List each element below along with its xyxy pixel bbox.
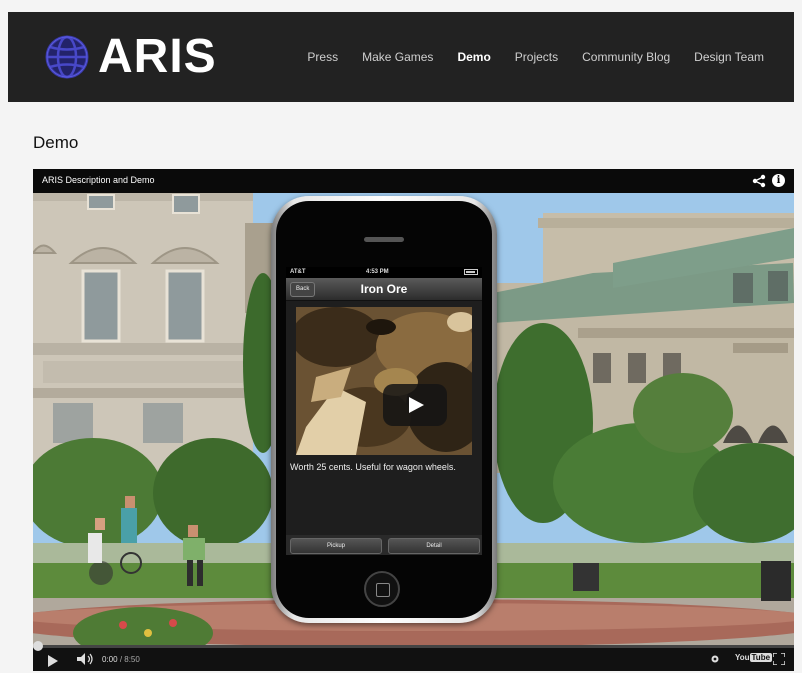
progress-bar[interactable] [33, 641, 794, 651]
video-controls: 0:00 / 8:50 You Tube [33, 641, 794, 671]
nav-make-games[interactable]: Make Games [362, 50, 433, 64]
youtube-logo[interactable]: You Tube [735, 653, 773, 662]
nav-press[interactable]: Press [307, 50, 338, 64]
phone-speaker [364, 237, 404, 242]
volume-icon[interactable] [77, 653, 95, 665]
play-overlay-button[interactable] [383, 384, 447, 426]
main-nav: Press Make Games Demo Projects Community… [283, 12, 764, 102]
item-media [296, 307, 472, 455]
nav-projects[interactable]: Projects [515, 50, 558, 64]
video-title-bar: ARIS Description and Demo i [33, 169, 794, 193]
phone-toolbar: Pickup Detail [286, 535, 482, 555]
logo-text: ARIS [98, 30, 217, 83]
site-header: ARIS Press Make Games Demo Projects Comm… [8, 12, 794, 102]
site-logo[interactable]: ARIS [44, 28, 217, 86]
phone-nav-bar: Iron Ore Back [286, 278, 482, 301]
nav-demo[interactable]: Demo [457, 50, 490, 64]
nav-design-team[interactable]: Design Team [694, 50, 764, 64]
pickup-button[interactable]: Pickup [290, 538, 382, 554]
progress-handle[interactable] [33, 641, 43, 651]
home-button [364, 571, 400, 607]
share-icon[interactable] [752, 174, 766, 188]
screen-title: Iron Ore [360, 282, 408, 296]
info-icon[interactable]: i [772, 174, 785, 187]
time-display: 0:00 / 8:50 [102, 655, 140, 664]
status-bar: AT&T 4:53 PM [286, 267, 482, 278]
gear-icon[interactable] [710, 654, 720, 664]
youtube-logo-tube: Tube [749, 653, 773, 662]
current-time: 0:00 [102, 655, 118, 664]
youtube-logo-prefix: You [735, 653, 750, 662]
item-description: Worth 25 cents. Useful for wagon wheels. [290, 462, 456, 472]
carrier-label: AT&T [290, 269, 306, 275]
status-clock: 4:53 PM [366, 269, 389, 275]
page-title: Demo [33, 133, 79, 152]
play-icon[interactable] [48, 655, 58, 667]
fullscreen-icon[interactable] [773, 653, 785, 665]
battery-icon [464, 269, 478, 275]
duration: / 8:50 [119, 655, 140, 664]
back-button[interactable]: Back [290, 282, 316, 297]
video-title[interactable]: ARIS Description and Demo [42, 175, 155, 185]
globe-icon [45, 35, 89, 79]
nav-community-blog[interactable]: Community Blog [582, 50, 670, 64]
detail-button[interactable]: Detail [388, 538, 480, 554]
video-player[interactable]: ARIS Description and Demo i AT&T 4:53 PM… [33, 169, 794, 671]
